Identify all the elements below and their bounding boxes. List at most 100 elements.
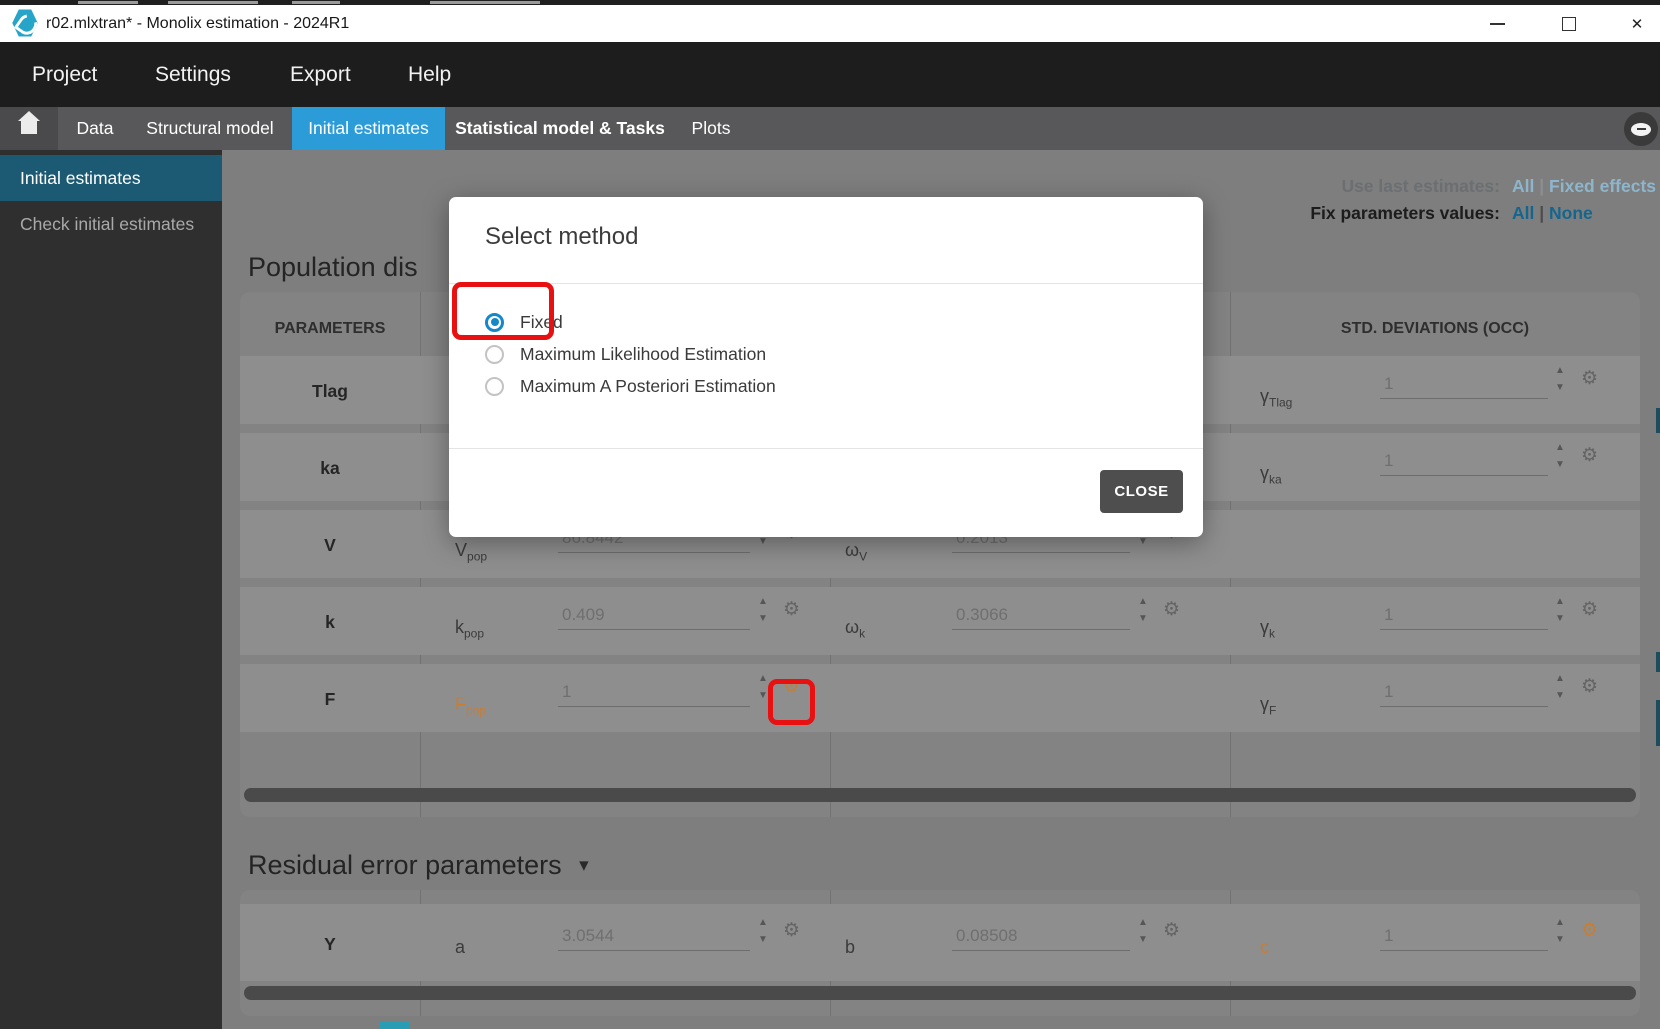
title-bar: r02.mlxtran* - Monolix estimation - 2024… [0,5,1660,42]
divider [449,448,1203,449]
occ-column-header: STD. DEVIATIONS (OCC) [1230,320,1640,338]
gamma-ka-label: γka [1260,463,1282,487]
radio-unselected-icon[interactable] [485,377,504,396]
gamma-k-input[interactable]: 1 [1380,629,1548,630]
table-row-k: k kpop 0.409 ▲▼ ⚙ ωk 0.3066 ▲▼ ⚙ γk 1 ▲▼… [240,587,1640,655]
f-pop-input[interactable]: 1 [558,706,750,707]
gamma-tlag-gear-icon[interactable]: ⚙ [1581,369,1598,388]
input-value: 0.409 [562,605,605,625]
omega-k-input[interactable]: 0.3066 [952,629,1130,630]
b-gear-icon[interactable]: ⚙ [1163,921,1180,940]
input-value: 3.0544 [562,926,614,946]
tab-bar: Data Structural model Initial estimates … [0,107,1660,150]
k-pop-gear-icon[interactable]: ⚙ [783,600,800,619]
sidebar-item-initial-estimates[interactable]: Initial estimates [0,155,222,201]
input-value: 0.3066 [956,605,1008,625]
gamma-tlag-input[interactable]: 1 [1380,398,1548,399]
maximize-button[interactable] [1546,5,1592,42]
separator: | [1539,203,1544,223]
radio-unselected-icon[interactable] [485,345,504,364]
b-input[interactable]: 0.08508 [952,950,1130,951]
menu-bar: Project Settings Export Help [0,42,1660,107]
gamma-ka-gear-icon[interactable]: ⚙ [1581,446,1598,465]
radio-option-mle[interactable]: Maximum Likelihood Estimation [449,339,1203,369]
tab-label: Statistical model & Tasks [455,118,665,139]
comment-bubble-icon [1631,123,1651,136]
k-pop-input[interactable]: 0.409 [558,629,750,630]
omega-v-input[interactable]: 0.2013 [952,552,1130,553]
a-gear-icon[interactable]: ⚙ [783,921,800,940]
horizontal-scrollbar[interactable] [244,788,1636,802]
input-value: 0.08508 [956,926,1017,946]
home-icon [18,120,40,137]
c-stepper[interactable]: ▲▼ [1553,918,1567,945]
radio-option-map[interactable]: Maximum A Posteriori Estimation [449,371,1203,401]
radio-label: Maximum A Posteriori Estimation [520,376,776,397]
tab-home[interactable] [0,107,58,150]
input-value: 1 [1384,926,1393,946]
omega-k-label: ωk [845,617,865,641]
use-last-fixed-effects-link[interactable]: Fixed effects [1549,176,1656,196]
parameter-name: F [240,689,420,710]
use-last-estimates-row: Use last estimates: All | Fixed effects [1230,176,1656,200]
gamma-f-gear-icon[interactable]: ⚙ [1581,677,1598,696]
close-window-button[interactable] [1614,5,1660,42]
annotation-rectangle-f-gear [768,679,815,725]
tab-label: Initial estimates [308,118,429,139]
collapse-chevron-icon[interactable]: ▾ [579,855,589,876]
scrollbar-fragment [1656,408,1660,433]
table-row-f: F Fpop 1 ▲▼ ⚙ γF 1 ▲▼ ⚙ [240,664,1640,732]
radio-option-fixed[interactable]: Fixed [449,307,1203,337]
menu-project[interactable]: Project [32,42,97,107]
tab-data[interactable]: Data [62,107,128,150]
c-gear-icon[interactable]: ⚙ [1581,921,1598,940]
k-pop-stepper[interactable]: ▲▼ [756,597,770,624]
a-input[interactable]: 3.0544 [558,950,750,951]
b-stepper[interactable]: ▲▼ [1136,918,1150,945]
residual-parameters-card: Y a 3.0544 ▲▼ ⚙ b 0.08508 ▲▼ ⚙ c 1 ▲▼ ⚙ [240,890,1640,1016]
menu-export[interactable]: Export [290,42,351,107]
gamma-tlag-stepper[interactable]: ▲▼ [1553,366,1567,393]
v-pop-input[interactable]: 86.8442 [558,552,750,553]
gamma-k-gear-icon[interactable]: ⚙ [1581,600,1598,619]
tab-initial-estimates[interactable]: Initial estimates [292,107,445,150]
horizontal-scrollbar[interactable] [244,986,1636,1000]
dialog-title: Select method [485,223,638,251]
radio-label: Maximum Likelihood Estimation [520,344,766,365]
tab-plots[interactable]: Plots [678,107,744,150]
background-window-fragment [430,1,540,4]
gamma-f-input[interactable]: 1 [1380,706,1548,707]
parameter-name: k [240,612,420,633]
c-label: c [1260,937,1269,958]
background-window-fragment [168,1,258,4]
gamma-f-label: γF [1260,694,1276,718]
comment-bubble-button[interactable] [1624,112,1658,146]
sidebar-item-check-initial-estimates[interactable]: Check initial estimates [0,201,222,247]
tab-label: Data [77,118,114,139]
b-label: b [845,937,855,958]
residual-section-heading: Residual error parameters ▾ [248,850,589,881]
c-input[interactable]: 1 [1380,950,1548,951]
fix-all-link[interactable]: All [1512,203,1534,223]
tab-statistical-model-tasks[interactable]: Statistical model & Tasks [449,107,671,150]
omega-k-gear-icon[interactable]: ⚙ [1163,600,1180,619]
population-section-heading: Population dis [248,252,418,283]
window-title: r02.mlxtran* - Monolix estimation - 2024… [46,15,349,33]
gamma-k-stepper[interactable]: ▲▼ [1553,597,1567,624]
monolix-logo-icon [12,9,38,37]
gamma-ka-input[interactable]: 1 [1380,475,1548,476]
gamma-f-stepper[interactable]: ▲▼ [1553,674,1567,701]
menu-settings[interactable]: Settings [155,42,231,107]
menu-help[interactable]: Help [408,42,451,107]
fix-none-link[interactable]: None [1549,203,1593,223]
omega-k-stepper[interactable]: ▲▼ [1136,597,1150,624]
input-value: 1 [1384,451,1393,471]
a-stepper[interactable]: ▲▼ [756,918,770,945]
use-last-all-link[interactable]: All [1512,176,1534,196]
f-pop-label: Fpop [455,694,486,718]
minimize-button[interactable] [1474,5,1520,42]
gamma-ka-stepper[interactable]: ▲▼ [1553,443,1567,470]
close-button[interactable]: CLOSE [1100,470,1183,513]
use-last-estimates-label: Use last estimates: [1230,176,1500,200]
tab-structural-model[interactable]: Structural model [132,107,288,150]
